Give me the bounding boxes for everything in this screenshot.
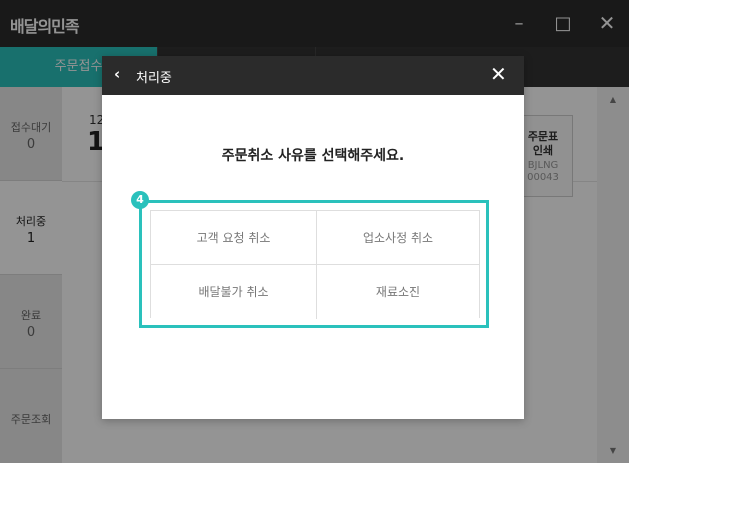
step-number-badge: 4 bbox=[131, 191, 149, 209]
reason-out-of-stock-button[interactable]: 재료소진 bbox=[317, 265, 479, 319]
close-icon[interactable]: ✕ bbox=[490, 62, 507, 86]
dialog-header: ‹ 처리중 ✕ bbox=[102, 56, 524, 95]
app-window: 배달의민족 – □ ✕ 주문접수 접수대기 0 처리중 1 완료 0 주문조회 … bbox=[0, 0, 629, 463]
reason-delivery-unavailable-button[interactable]: 배달불가 취소 bbox=[151, 265, 317, 319]
dialog-title: 처리중 bbox=[136, 71, 172, 86]
reason-store-issue-button[interactable]: 업소사정 취소 bbox=[317, 211, 479, 265]
cancel-reason-dialog: ‹ 처리중 ✕ 주문취소 사유를 선택해주세요. 고객 요청 취소 업소사정 취… bbox=[102, 56, 524, 419]
chevron-left-icon[interactable]: ‹ bbox=[114, 65, 120, 83]
reason-customer-request-button[interactable]: 고객 요청 취소 bbox=[151, 211, 317, 265]
reason-highlight-frame: 고객 요청 취소 업소사정 취소 배달불가 취소 재료소진 bbox=[139, 200, 489, 328]
reason-grid: 고객 요청 취소 업소사정 취소 배달불가 취소 재료소진 bbox=[150, 210, 480, 319]
dialog-question: 주문취소 사유를 선택해주세요. bbox=[221, 148, 405, 164]
